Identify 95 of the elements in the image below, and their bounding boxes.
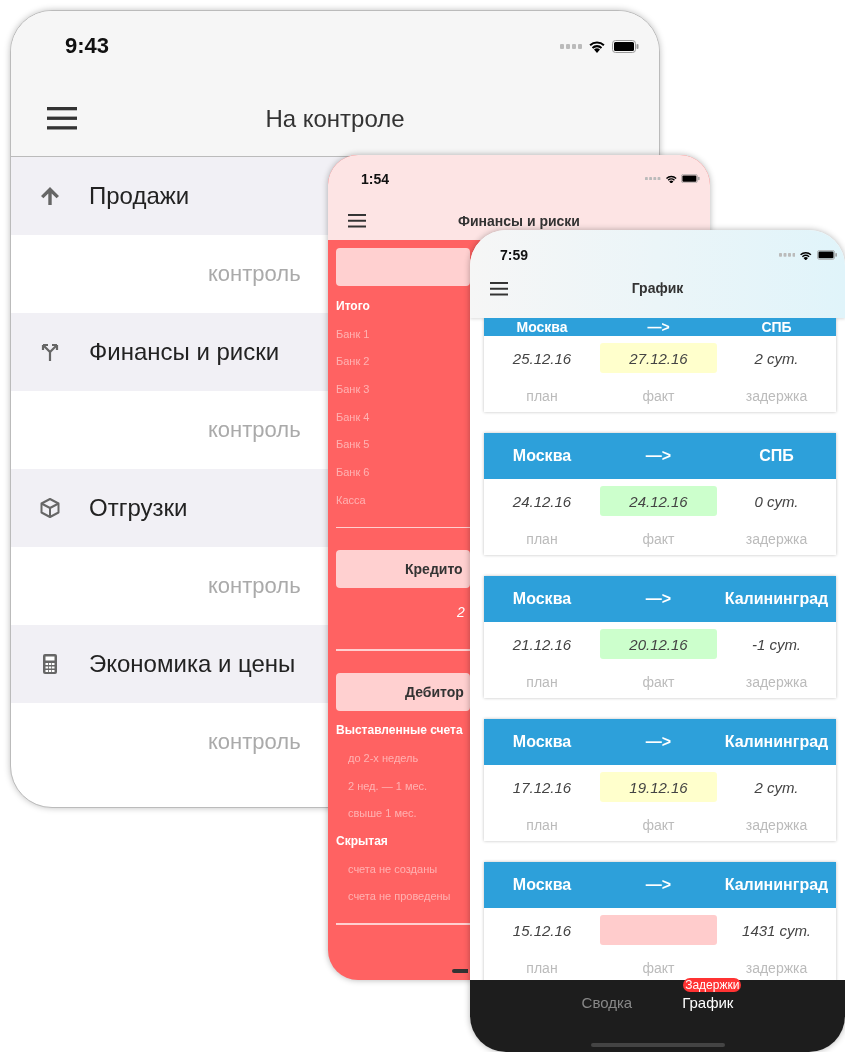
- list-item[interactable]: Банк 1: [336, 327, 370, 340]
- delay-caption: задержка: [744, 817, 809, 833]
- status-time: 1:54: [361, 170, 390, 187]
- list-item[interactable]: счета не созданы: [348, 862, 438, 875]
- origin-city: Москва: [511, 590, 573, 608]
- tab[interactable]: Сводка: [581, 994, 633, 1014]
- arrow-up-icon: [39, 185, 61, 207]
- plan-date: 21.12.16: [511, 635, 573, 653]
- plan-date: 15.12.16: [511, 921, 573, 939]
- list-item[interactable]: Касса: [336, 493, 366, 506]
- plan-caption: план: [525, 960, 559, 976]
- fact-date: 24.12.16: [600, 486, 717, 516]
- fact-date: 20.12.16: [600, 629, 717, 659]
- fork-arrows-icon: [39, 341, 61, 363]
- amount-value: 2: [457, 604, 465, 620]
- status-time: 7:59: [500, 247, 529, 263]
- plan-date: 25.12.16: [511, 349, 573, 367]
- section-label: Продажи: [89, 182, 190, 210]
- box-icon: [39, 497, 61, 519]
- list-item[interactable]: Банк 5: [336, 438, 370, 451]
- list-heading: Скрытая: [336, 834, 388, 849]
- delay-value: 1431 сут.: [741, 921, 812, 939]
- delay-caption: задержка: [744, 960, 809, 976]
- destination-city: Калининград: [723, 590, 830, 608]
- list-item[interactable]: Банк 4: [336, 410, 370, 423]
- signal-icon: [778, 253, 796, 257]
- origin-city: Москва: [515, 318, 569, 336]
- battery-icon: [816, 250, 837, 260]
- home-indicator: [452, 969, 468, 973]
- screen-title: График: [631, 280, 684, 296]
- wifi-icon: [588, 39, 606, 53]
- section-subtitle: контроль: [208, 729, 301, 755]
- origin-city: Москва: [511, 733, 573, 751]
- wifi-icon: [664, 173, 678, 184]
- origin-city: Москва: [511, 447, 573, 465]
- tab-badge: Задержки: [683, 978, 742, 992]
- status-time: 9:43: [65, 33, 110, 59]
- origin-city: Москва: [511, 876, 573, 894]
- list-heading: Выставленные счета: [336, 723, 463, 738]
- menu-icon[interactable]: [47, 107, 77, 130]
- section-subtitle: контроль: [208, 261, 301, 287]
- delay-value: 2 сут.: [753, 778, 800, 796]
- delay-value: -1 сут.: [751, 635, 802, 653]
- list-heading: Итого: [336, 298, 370, 313]
- fact-date: 27.12.16: [600, 343, 717, 373]
- plan-caption: план: [525, 531, 559, 547]
- section-subtitle: контроль: [208, 573, 301, 599]
- section-button[interactable]: Дебитор: [336, 672, 470, 711]
- section-button[interactable]: Кредито: [336, 550, 470, 588]
- fact-caption: факт: [641, 960, 676, 976]
- plan-caption: план: [525, 674, 559, 690]
- list-item[interactable]: 2 нед. — 1 мес.: [348, 779, 428, 792]
- wifi-icon: [799, 249, 813, 261]
- tab[interactable]: График: [682, 994, 734, 1014]
- delay-caption: задержка: [744, 388, 809, 404]
- fact-caption: факт: [641, 674, 676, 690]
- battery-icon: [612, 39, 639, 53]
- screen-title: На контроле: [265, 104, 405, 132]
- list-item[interactable]: Банк 3: [336, 382, 370, 395]
- plan-date: 24.12.16: [511, 492, 573, 510]
- route-arrow: —>: [644, 590, 673, 608]
- screen-title: Финансы и риски: [458, 213, 580, 229]
- plan-caption: план: [525, 817, 559, 833]
- list-item[interactable]: Банк 2: [336, 355, 370, 368]
- destination-city: Калининград: [723, 733, 830, 751]
- fact-caption: факт: [641, 817, 676, 833]
- plan-date: 17.12.16: [511, 778, 573, 796]
- list-item[interactable]: счета не проведены: [348, 890, 451, 903]
- route-arrow: —>: [644, 733, 673, 751]
- section-label: Экономика и цены: [89, 650, 296, 678]
- plan-caption: план: [525, 388, 559, 404]
- fact-date: 19.12.16: [600, 772, 717, 802]
- destination-city: СПБ: [760, 318, 793, 336]
- signal-icon: [645, 176, 661, 181]
- list-item[interactable]: свыше 1 мес.: [348, 807, 417, 820]
- delay-value: 2 сут.: [753, 349, 800, 367]
- route-arrow: —>: [646, 318, 671, 336]
- section-label: Отгрузки: [89, 494, 188, 522]
- route-arrow: —>: [644, 447, 673, 465]
- section-subtitle: контроль: [208, 417, 301, 443]
- delay-value: 0 сут.: [753, 492, 800, 510]
- list-item[interactable]: до 2-х недель: [348, 752, 419, 765]
- menu-icon[interactable]: [348, 214, 366, 228]
- delay-caption: задержка: [744, 531, 809, 547]
- battery-icon: [681, 173, 700, 184]
- fact-caption: факт: [641, 531, 676, 547]
- signal-icon: [560, 43, 582, 49]
- fact-caption: факт: [641, 388, 676, 404]
- destination-city: Калининград: [723, 876, 830, 894]
- delay-caption: задержка: [744, 674, 809, 690]
- section-label: Финансы и риски: [89, 338, 280, 366]
- list-item[interactable]: Банк 6: [336, 465, 370, 478]
- destination-city: СПБ: [758, 447, 795, 465]
- menu-icon[interactable]: [490, 282, 508, 296]
- route-arrow: —>: [644, 876, 673, 894]
